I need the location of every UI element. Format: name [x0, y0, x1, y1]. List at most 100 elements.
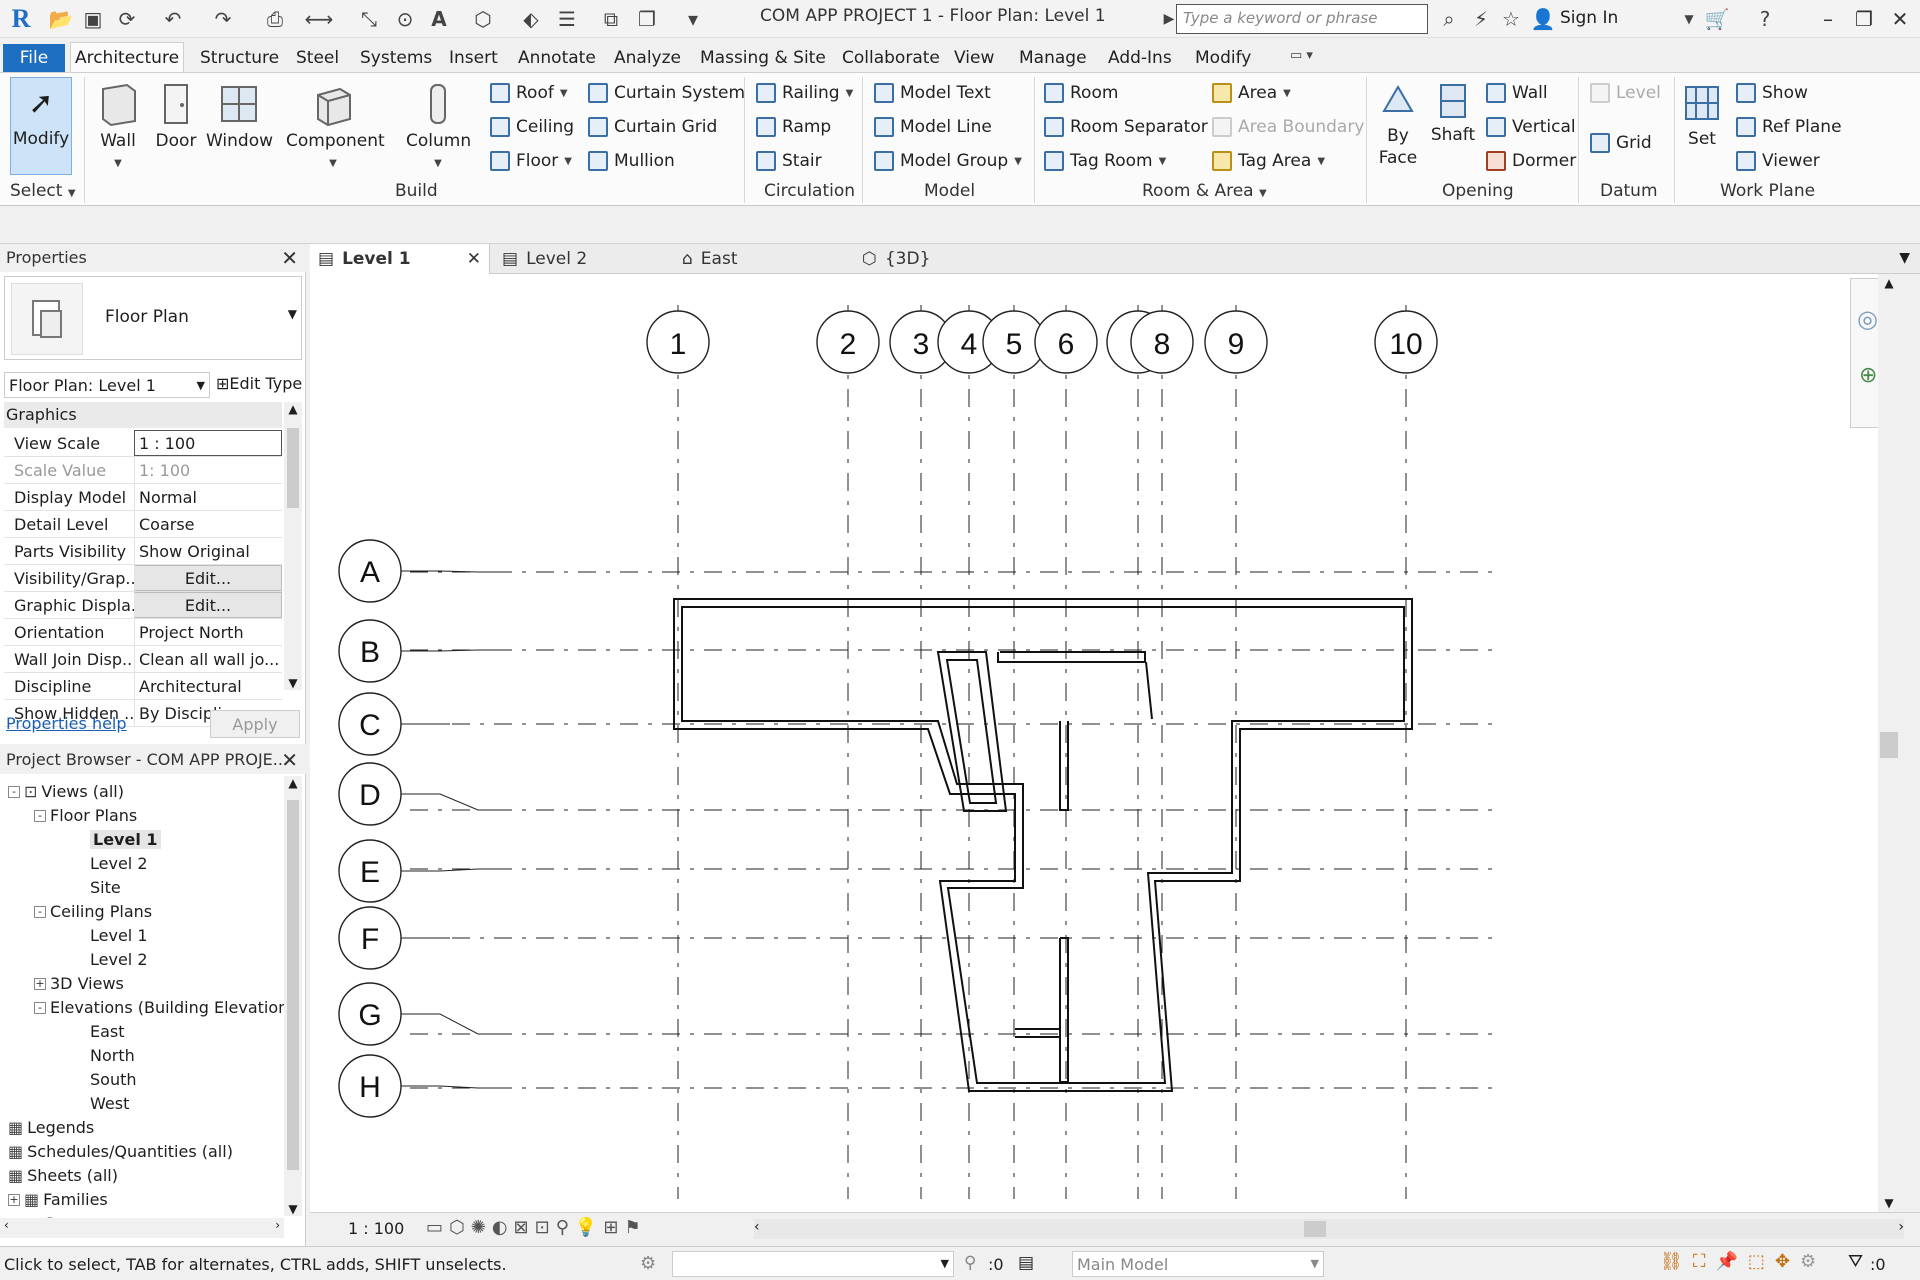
browser-node[interactable]: - Floor Plans	[34, 806, 137, 825]
measure-icon[interactable]: ⟷	[305, 6, 334, 32]
browser-node[interactable]: Level 1	[90, 926, 148, 945]
search-input[interactable]: Type a keyword or phrase	[1176, 4, 1428, 34]
minimize-icon[interactable]: –	[1810, 4, 1846, 34]
railing-button[interactable]: Railing ▼	[756, 83, 853, 103]
tag-icon[interactable]: ⊙	[392, 6, 418, 32]
view-tab-east[interactable]: ⌂ East	[674, 244, 854, 274]
zoom-region-icon[interactable]: ⊕	[1859, 363, 1877, 388]
property-row[interactable]: Discipline Architectural	[4, 673, 282, 700]
browser-node[interactable]: ▦ Schedules/Quantities (all)	[8, 1142, 233, 1161]
type-dropdown-icon[interactable]: ▼	[288, 307, 297, 321]
tab-analyze[interactable]: Analyze	[614, 44, 681, 72]
sign-in-dropdown-icon[interactable]: ▼	[1676, 6, 1702, 32]
browser-scrollbar[interactable]: ▲ ▼	[284, 776, 302, 1216]
property-row[interactable]: Scale Value 1: 100	[4, 457, 282, 484]
browser-node[interactable]: Level 2	[90, 854, 148, 873]
roof-button[interactable]: Roof ▼	[490, 83, 568, 103]
property-row[interactable]: Display Model Normal	[4, 484, 282, 511]
ceiling-button[interactable]: Ceiling	[490, 117, 574, 137]
tab-list-dropdown-icon[interactable]: ▼	[1899, 250, 1910, 266]
curtain-grid-button[interactable]: Curtain Grid	[588, 117, 717, 137]
grid-button[interactable]: Grid	[1590, 133, 1652, 153]
property-row[interactable]: Wall Join Disp... Clean all wall jo...	[4, 646, 282, 673]
sign-in-link[interactable]: Sign In	[1560, 8, 1618, 28]
design-options-icon[interactable]: ▤	[1018, 1253, 1034, 1273]
property-value[interactable]: Normal	[134, 484, 282, 510]
room-button[interactable]: Room	[1044, 83, 1118, 103]
communication-icon[interactable]: ⚡	[1468, 6, 1494, 32]
browser-node[interactable]: - ⊡ Views (all)	[8, 782, 124, 801]
browser-node[interactable]: Level 1	[90, 830, 161, 849]
floor-button[interactable]: Floor ▼	[490, 151, 572, 171]
browser-node[interactable]: South	[90, 1070, 137, 1089]
close-tab-icon[interactable]: ✕	[467, 249, 481, 269]
property-value[interactable]: Coarse	[134, 511, 282, 537]
shaft-button[interactable]: Shaft	[1428, 81, 1478, 145]
save-icon[interactable]: ▣	[80, 6, 106, 32]
model-text-button[interactable]: Model Text	[874, 83, 991, 103]
browser-node[interactable]: + ▦ Families	[8, 1190, 108, 1209]
view-tab-level-2[interactable]: ▤ Level 2	[494, 244, 674, 274]
browser-node[interactable]: +3D Views	[34, 974, 124, 993]
browser-hscrollbar[interactable]: ‹ ›	[0, 1218, 284, 1238]
area-button[interactable]: Area ▼	[1212, 83, 1291, 103]
modify-button[interactable]: ➚ Modify	[10, 77, 72, 175]
ramp-button[interactable]: Ramp	[756, 117, 831, 137]
stair-button[interactable]: Stair	[756, 151, 822, 171]
property-row[interactable]: Graphic Displa... Edit...	[4, 592, 282, 619]
property-value[interactable]: 1 : 100	[134, 430, 282, 456]
window-button[interactable]: Window	[206, 81, 273, 151]
switch-windows-icon[interactable]: ❐	[634, 6, 660, 32]
tab-systems[interactable]: Systems	[360, 44, 432, 72]
browser-node[interactable]: - Ceiling Plans	[34, 902, 152, 921]
room-area-panel-label[interactable]: Room & Area ▼	[1142, 181, 1267, 201]
browser-node[interactable]: North	[90, 1046, 135, 1065]
undo-icon[interactable]: ↶	[160, 6, 186, 32]
expand-icon[interactable]: +	[8, 1193, 20, 1206]
browser-node[interactable]: ▦ Legends	[8, 1118, 94, 1137]
tab-steel[interactable]: Steel	[296, 44, 339, 72]
instance-filter-select[interactable]: Floor Plan: Level 1 ▼	[4, 372, 210, 398]
drawing-canvas[interactable]: 12345678910ABCDEFGH ✕ ◎ ⊕ ▲ ▼	[310, 274, 1900, 1212]
tab-manage[interactable]: Manage	[1019, 44, 1087, 72]
3d-view-icon[interactable]: ⬡	[470, 6, 496, 32]
property-row[interactable]: Visibility/Grap... Edit...	[4, 565, 282, 592]
browser-node[interactable]: Site	[90, 878, 121, 897]
canvas-vscrollbar[interactable]: ▲ ▼	[1878, 274, 1900, 1212]
view-tab-level-1[interactable]: ▤ Level 1 ✕	[310, 244, 490, 274]
tab-view[interactable]: View	[954, 44, 994, 72]
tab-annotate[interactable]: Annotate	[518, 44, 596, 72]
collapse-icon[interactable]: -	[34, 905, 46, 918]
curtain-system-button[interactable]: Curtain System	[588, 83, 745, 103]
tab-collaborate[interactable]: Collaborate	[842, 44, 940, 72]
browser-node[interactable]: West	[90, 1094, 129, 1113]
cart-icon[interactable]: 🛒	[1704, 6, 1730, 32]
close-properties-icon[interactable]: ✕	[281, 246, 298, 270]
property-value[interactable]: 1: 100	[134, 457, 282, 483]
selection-filter-icons[interactable]: ⛓⛶📌⬚✥⚙	[1660, 1251, 1826, 1272]
sync-icon[interactable]: ⟳	[114, 6, 140, 32]
close-window-icon[interactable]: ✕	[1882, 4, 1918, 34]
column-button[interactable]: Column ▼	[406, 81, 471, 171]
property-row[interactable]: Orientation Project North	[4, 619, 282, 646]
section-icon[interactable]: ⬖	[518, 6, 544, 32]
steering-wheel-icon[interactable]: ◎	[1857, 305, 1878, 333]
ribbon-minimize-icon[interactable]: ▭ ▾	[1290, 48, 1313, 63]
set-work-plane-button[interactable]: Set	[1682, 81, 1722, 149]
favorites-star-icon[interactable]: ☆	[1498, 6, 1524, 32]
browser-node[interactable]: - Elevations (Building Elevation	[34, 998, 288, 1017]
area-boundary-button[interactable]: Area Boundary	[1212, 117, 1364, 137]
worksets-icon[interactable]: ⚙	[640, 1253, 656, 1274]
workset-select[interactable]: ▼	[672, 1251, 954, 1277]
mullion-button[interactable]: Mullion	[588, 151, 675, 171]
tab-structure[interactable]: Structure	[200, 44, 279, 72]
binoculars-icon[interactable]: ⌕	[1436, 6, 1462, 32]
wall-opening-button[interactable]: Wall	[1486, 83, 1548, 103]
room-separator-button[interactable]: Room Separator	[1044, 117, 1208, 137]
properties-help-link[interactable]: Properties help	[6, 714, 127, 733]
tab-modify[interactable]: Modify	[1195, 44, 1251, 72]
door-button[interactable]: Door	[154, 81, 198, 151]
property-row[interactable]: View Scale 1 : 100	[4, 430, 282, 457]
floor-plan-drawing[interactable]: 12345678910ABCDEFGH	[310, 274, 1900, 1212]
tab-add-ins[interactable]: Add-Ins	[1108, 44, 1172, 72]
